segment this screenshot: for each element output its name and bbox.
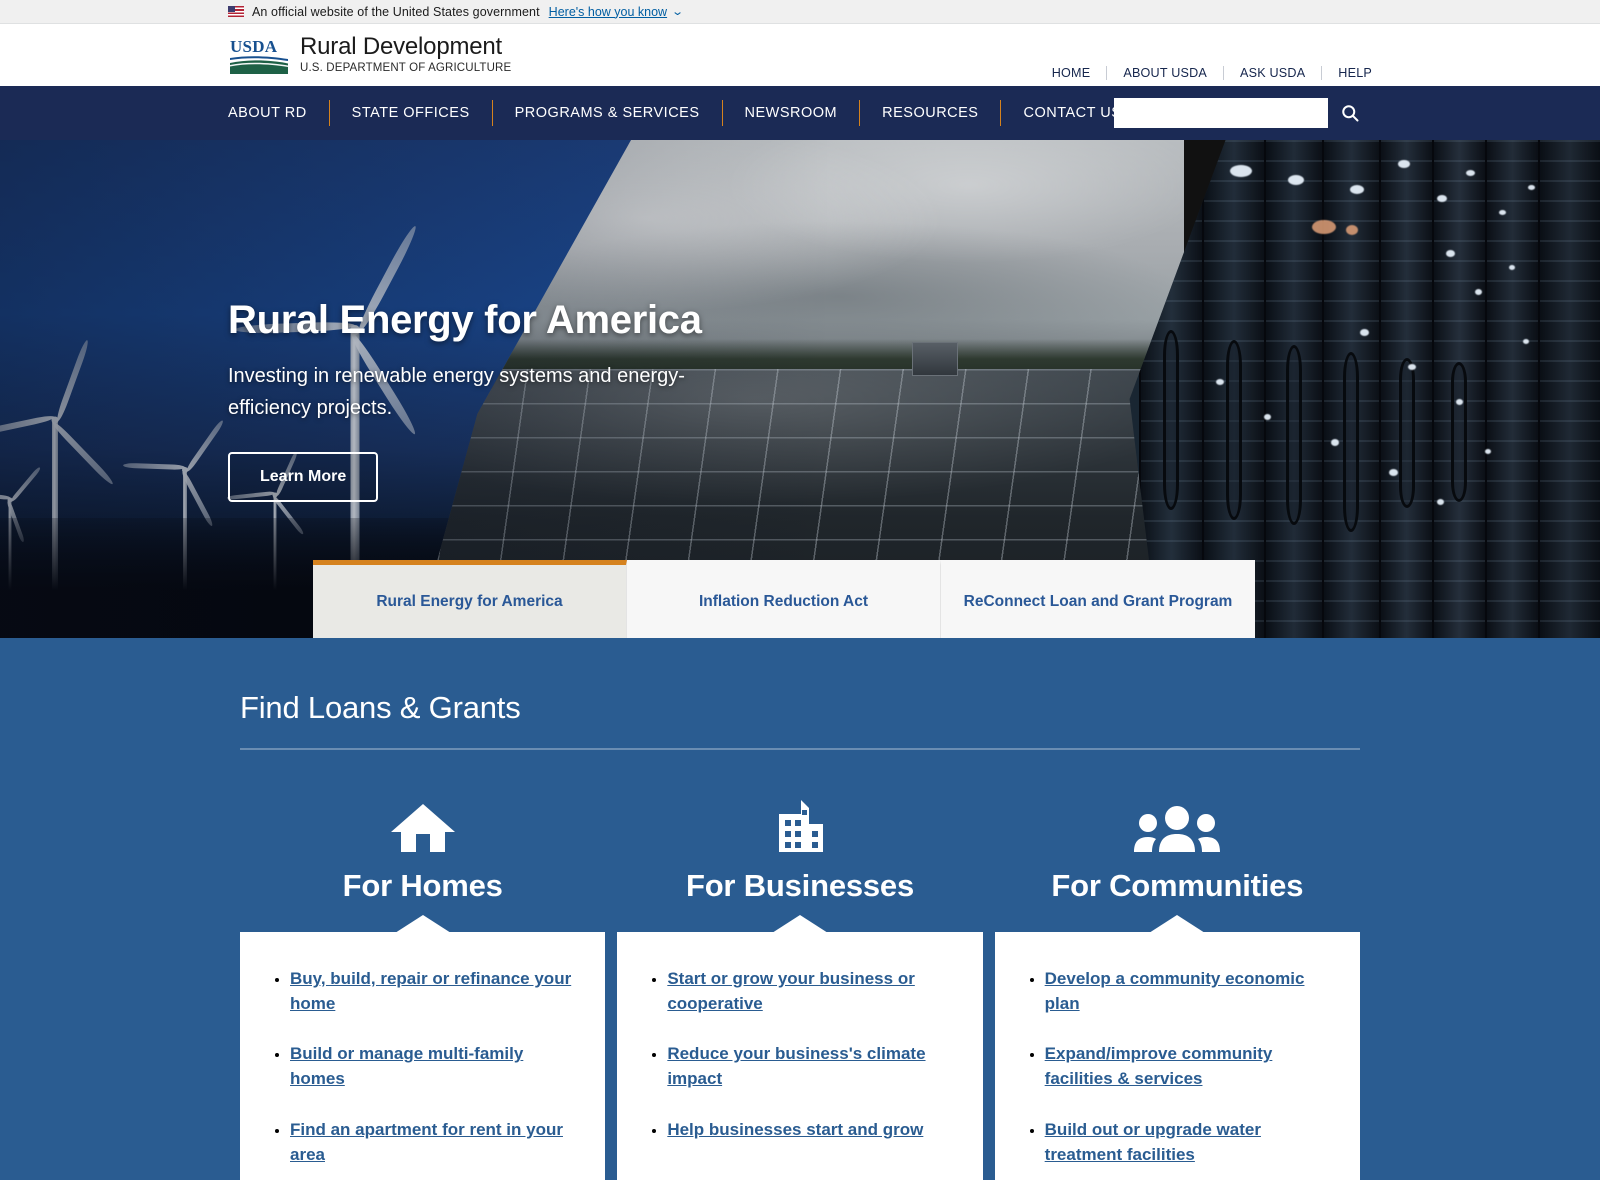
list-item: Find an apartment for rent in your area bbox=[290, 1117, 571, 1167]
nav-item-newsroom[interactable]: NEWSROOM bbox=[723, 105, 860, 121]
link-buy-build-repair-refinance[interactable]: Buy, build, repair or refinance your hom… bbox=[290, 969, 571, 1013]
usda-logo: USDA bbox=[230, 37, 288, 74]
hero-carousel: Rural Energy for America Investing in re… bbox=[0, 140, 1600, 638]
card-heading-for-communities: For Communities bbox=[1051, 868, 1304, 903]
banner-text: An official website of the United States… bbox=[252, 4, 540, 19]
office-building-icon bbox=[778, 800, 823, 852]
category-for-communities: For Communities Develop a community econ… bbox=[994, 798, 1360, 1200]
card-icon-wrap bbox=[771, 798, 829, 854]
learn-more-button[interactable]: Learn More bbox=[228, 452, 379, 502]
us-flag-icon bbox=[228, 6, 244, 17]
card-heading-for-homes: For Homes bbox=[342, 868, 503, 903]
util-nav-home[interactable]: HOME bbox=[1036, 66, 1107, 80]
link-develop-community-economic-plan[interactable]: Develop a community economic plan bbox=[1045, 969, 1305, 1013]
card-box-for-homes: Buy, build, repair or refinance your hom… bbox=[240, 932, 606, 1200]
card-heading-for-businesses: For Businesses bbox=[685, 868, 915, 903]
house-icon bbox=[390, 804, 455, 852]
heres-how-you-know-link[interactable]: Here's how you know bbox=[549, 5, 667, 19]
link-help-businesses-start-grow[interactable]: Help businesses start and grow bbox=[667, 1120, 923, 1139]
card-box-for-communities: Develop a community economic plan Expand… bbox=[994, 932, 1360, 1200]
search-icon bbox=[1342, 105, 1359, 122]
section-title: Find Loans & Grants bbox=[240, 690, 1360, 750]
brand-lockup[interactable]: USDA Rural Development U.S. DEPARTMENT O… bbox=[228, 35, 511, 75]
link-start-grow-business[interactable]: Start or grow your business or cooperati… bbox=[667, 969, 915, 1013]
list-item: Expand/improve community facilities & se… bbox=[1045, 1041, 1326, 1091]
utility-nav: HOME ABOUT USDA ASK USDA HELP bbox=[1036, 66, 1372, 80]
link-find-apartment-rent[interactable]: Find an apartment for rent in your area bbox=[290, 1120, 563, 1164]
link-multi-family-homes[interactable]: Build or manage multi-family homes bbox=[290, 1044, 523, 1088]
category-for-businesses: For Businesses Start or grow your busine… bbox=[617, 798, 983, 1200]
search-input[interactable] bbox=[1114, 98, 1328, 128]
category-for-homes: For Homes Buy, build, repair or refinanc… bbox=[240, 798, 606, 1200]
tab-inflation-reduction-act[interactable]: Inflation Reduction Act bbox=[627, 560, 941, 638]
list-item: Build or manage multi-family homes bbox=[290, 1041, 571, 1091]
list-item: Start or grow your business or cooperati… bbox=[667, 966, 948, 1016]
list-item: Buy, build, repair or refinance your hom… bbox=[290, 966, 571, 1016]
primary-navigation: ABOUT RD STATE OFFICES PROGRAMS & SERVIC… bbox=[0, 86, 1600, 140]
list-item: Build out or upgrade water treatment fac… bbox=[1045, 1117, 1326, 1167]
util-nav-help[interactable]: HELP bbox=[1322, 66, 1372, 80]
list-item: Reduce your business's climate impact bbox=[667, 1041, 948, 1091]
primary-nav-items: ABOUT RD STATE OFFICES PROGRAMS & SERVIC… bbox=[228, 99, 1143, 127]
nav-item-resources[interactable]: RESOURCES bbox=[860, 105, 1000, 121]
tab-rural-energy-for-america[interactable]: Rural Energy for America bbox=[313, 560, 627, 638]
link-expand-community-facilities[interactable]: Expand/improve community facilities & se… bbox=[1045, 1044, 1273, 1088]
list-item: Help businesses start and grow bbox=[667, 1117, 948, 1142]
card-box-for-businesses: Start or grow your business or cooperati… bbox=[617, 932, 983, 1180]
site-title: Rural Development bbox=[300, 33, 503, 61]
list-item: Develop a community economic plan bbox=[1045, 966, 1326, 1016]
nav-item-state-offices[interactable]: STATE OFFICES bbox=[330, 105, 492, 121]
link-water-treatment-facilities[interactable]: Build out or upgrade water treatment fac… bbox=[1045, 1120, 1261, 1164]
util-nav-about-usda[interactable]: ABOUT USDA bbox=[1107, 66, 1223, 80]
site-subtitle: U.S. DEPARTMENT OF AGRICULTURE bbox=[300, 62, 512, 75]
nav-item-about-rd[interactable]: ABOUT RD bbox=[228, 105, 329, 121]
find-loans-grants-section: Find Loans & Grants For Homes Buy, build… bbox=[0, 638, 1600, 1200]
card-icon-wrap bbox=[1133, 798, 1221, 854]
people-group-icon bbox=[1134, 806, 1221, 852]
util-nav-ask-usda[interactable]: ASK USDA bbox=[1224, 66, 1321, 80]
hero-subtitle: Investing in renewable energy systems an… bbox=[228, 365, 685, 419]
site-search bbox=[1114, 98, 1372, 128]
chevron-down-icon[interactable]: ⌄ bbox=[671, 5, 684, 18]
hero-tabstrip: Rural Energy for America Inflation Reduc… bbox=[313, 560, 1255, 638]
hero-title: Rural Energy for America bbox=[228, 298, 702, 342]
category-cards: For Homes Buy, build, repair or refinanc… bbox=[240, 798, 1360, 1200]
site-masthead: USDA Rural Development U.S. DEPARTMENT O… bbox=[0, 24, 1600, 86]
search-button[interactable] bbox=[1328, 98, 1372, 128]
nav-item-programs-services[interactable]: PROGRAMS & SERVICES bbox=[493, 105, 722, 121]
card-icon-wrap bbox=[390, 798, 456, 854]
link-reduce-climate-impact[interactable]: Reduce your business's climate impact bbox=[667, 1044, 925, 1088]
usa-official-banner: An official website of the United States… bbox=[0, 0, 1600, 24]
tab-reconnect-loan-and-grant-program[interactable]: ReConnect Loan and Grant Program bbox=[941, 560, 1255, 638]
hero-slide-content: Rural Energy for America Investing in re… bbox=[228, 298, 788, 502]
svg-text:USDA: USDA bbox=[230, 37, 278, 56]
